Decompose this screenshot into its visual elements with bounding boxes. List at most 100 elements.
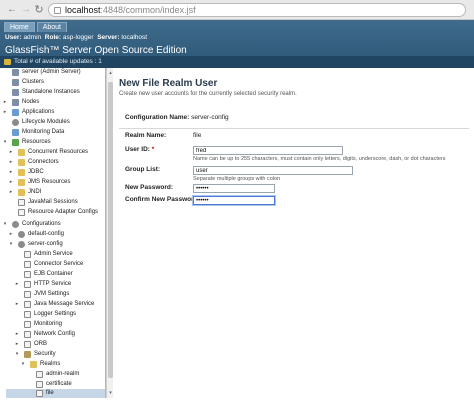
address-bar[interactable]: localhost:4848/common/index.jsf bbox=[48, 3, 466, 17]
tree-item-certificate[interactable]: certificate bbox=[26, 380, 105, 389]
tree-item-nodes[interactable]: ▸ Nodes bbox=[2, 98, 105, 107]
page-title: New File Realm User bbox=[119, 78, 218, 89]
tree-item-configurations[interactable]: ▾ Configurations bbox=[2, 220, 105, 229]
url-host: localhost bbox=[65, 5, 101, 15]
new-password-input[interactable] bbox=[193, 184, 275, 193]
resources-icon bbox=[12, 139, 19, 146]
service-icon bbox=[24, 301, 31, 308]
network-icon bbox=[24, 331, 31, 338]
expand-icon[interactable]: ▸ bbox=[14, 330, 20, 339]
tree-item-java-message-service[interactable]: ▸ Java Message Service bbox=[14, 300, 105, 309]
confirm-password-input[interactable] bbox=[193, 196, 275, 205]
configuration-row: Configuration Name: server-config bbox=[125, 114, 229, 121]
tree-item-http-service[interactable]: ▸ HTTP Service bbox=[14, 280, 105, 289]
tab-home[interactable]: Home bbox=[4, 22, 35, 32]
collapse-icon[interactable]: ▾ bbox=[8, 240, 14, 249]
group-list-hint: Separate multiple groups with colon bbox=[193, 176, 281, 182]
group-list-input[interactable] bbox=[193, 166, 353, 175]
user-label: User: bbox=[5, 34, 22, 41]
folder-icon bbox=[18, 159, 25, 166]
back-arrow-icon[interactable]: ← bbox=[6, 4, 18, 16]
expand-icon[interactable]: ▸ bbox=[8, 178, 14, 187]
expand-icon[interactable]: ▸ bbox=[8, 230, 14, 239]
configuration-value: server-config bbox=[191, 114, 229, 121]
tree-item-file[interactable]: file bbox=[6, 389, 105, 398]
tree-item-javamail-sessions[interactable]: JavaMail Sessions bbox=[8, 198, 105, 207]
expand-icon[interactable]: ▸ bbox=[8, 158, 14, 167]
expand-icon[interactable]: ▸ bbox=[8, 188, 14, 197]
masthead-tabs: Home About bbox=[4, 22, 67, 32]
collapse-icon[interactable]: ▾ bbox=[20, 360, 26, 369]
section-divider bbox=[119, 128, 469, 129]
user-id-input[interactable] bbox=[193, 146, 343, 155]
expand-icon[interactable]: ▸ bbox=[14, 300, 20, 309]
updates-text: Total # of available updates : 1 bbox=[14, 58, 102, 65]
monitoring-icon bbox=[12, 129, 19, 136]
expand-icon[interactable]: ▸ bbox=[2, 108, 8, 117]
expand-icon[interactable]: ▸ bbox=[14, 280, 20, 289]
folder-icon bbox=[18, 169, 25, 176]
tree-item-jndi[interactable]: ▸ JNDI bbox=[8, 188, 105, 197]
settings-icon bbox=[24, 291, 31, 298]
update-icon bbox=[4, 59, 11, 65]
tree-item-jdbc[interactable]: ▸ JDBC bbox=[8, 168, 105, 177]
tree-item-applications[interactable]: ▸ Applications bbox=[2, 108, 105, 117]
tree-item-jvm-settings[interactable]: JVM Settings bbox=[14, 290, 105, 299]
application-icon bbox=[12, 109, 19, 116]
config-icon bbox=[18, 231, 25, 238]
reload-icon[interactable]: ↻ bbox=[33, 4, 45, 16]
config-icon bbox=[18, 241, 25, 248]
tree-item-lifecycle-modules[interactable]: Lifecycle Modules bbox=[2, 118, 105, 127]
tree-item-server[interactable]: server (Admin Server) bbox=[2, 68, 105, 77]
lock-icon bbox=[24, 351, 31, 358]
folder-icon bbox=[30, 361, 37, 368]
expand-icon[interactable]: ▸ bbox=[14, 340, 20, 349]
url-path: :4848/common/index.jsf bbox=[100, 5, 196, 15]
updates-bar[interactable]: Total # of available updates : 1 bbox=[0, 56, 474, 68]
folder-icon bbox=[18, 179, 25, 186]
tree-item-monitoring-data[interactable]: Monitoring Data bbox=[2, 128, 105, 137]
tab-about[interactable]: About bbox=[36, 22, 67, 32]
tree-item-clusters[interactable]: Clusters bbox=[2, 78, 105, 87]
collapse-icon[interactable]: ▾ bbox=[14, 350, 20, 359]
tree-item-connector-service[interactable]: Connector Service bbox=[14, 260, 105, 269]
tree-item-default-config[interactable]: ▸ default-config bbox=[8, 230, 105, 239]
tree-item-network-config[interactable]: ▸ Network Config bbox=[14, 330, 105, 339]
tree-item-connectors[interactable]: ▸ Connectors bbox=[8, 158, 105, 167]
expand-icon[interactable]: ▸ bbox=[8, 148, 14, 157]
collapse-icon[interactable]: ▾ bbox=[2, 220, 8, 229]
product-name: GlassFish™ Server Open Source Edition bbox=[5, 45, 187, 56]
new-password-label: New Password: bbox=[125, 184, 174, 191]
tree-item-orb[interactable]: ▸ ORB bbox=[14, 340, 105, 349]
tree-item-concurrent-resources[interactable]: ▸ Concurrent Resources bbox=[8, 148, 105, 157]
tree-item-resource-adapter-configs[interactable]: Resource Adapter Configs bbox=[8, 208, 105, 217]
mail-icon bbox=[18, 199, 25, 206]
tree-item-realms[interactable]: ▾ Realms bbox=[20, 360, 105, 369]
collapse-icon[interactable]: ▾ bbox=[2, 138, 8, 147]
realm-name-value: file bbox=[193, 132, 202, 139]
forward-arrow-icon[interactable]: → bbox=[20, 4, 32, 16]
tree-item-admin-service[interactable]: Admin Service bbox=[14, 250, 105, 259]
tree-item-admin-realm[interactable]: admin-realm bbox=[26, 370, 105, 379]
user-value: admin bbox=[23, 34, 42, 41]
realm-icon bbox=[36, 390, 43, 397]
tree-item-logger-settings[interactable]: Logger Settings bbox=[14, 310, 105, 319]
tree-item-standalone-instances[interactable]: Standalone Instances bbox=[2, 88, 105, 97]
tree-item-monitoring[interactable]: Monitoring bbox=[14, 320, 105, 329]
tree-scrollbar[interactable]: ▴ ▾ bbox=[106, 68, 113, 398]
service-icon bbox=[24, 251, 31, 258]
expand-icon[interactable]: ▸ bbox=[2, 98, 8, 107]
instance-icon bbox=[12, 89, 19, 96]
server-label: Server: bbox=[97, 34, 120, 41]
expand-icon[interactable]: ▸ bbox=[8, 168, 14, 177]
monitoring-icon bbox=[24, 321, 31, 328]
tree-item-resources[interactable]: ▾ Resources bbox=[2, 138, 105, 147]
server-value: localhost bbox=[121, 34, 148, 41]
tree-item-server-config[interactable]: ▾ server-config bbox=[8, 240, 105, 249]
role-label: Role: bbox=[44, 34, 62, 41]
tree-item-jms-resources[interactable]: ▸ JMS Resources bbox=[8, 178, 105, 187]
required-marker: * bbox=[151, 146, 155, 153]
confirm-password-label: Confirm New Password: bbox=[125, 196, 200, 203]
tree-item-security[interactable]: ▾ Security bbox=[14, 350, 105, 359]
tree-item-ejb-container[interactable]: EJB Container bbox=[14, 270, 105, 279]
